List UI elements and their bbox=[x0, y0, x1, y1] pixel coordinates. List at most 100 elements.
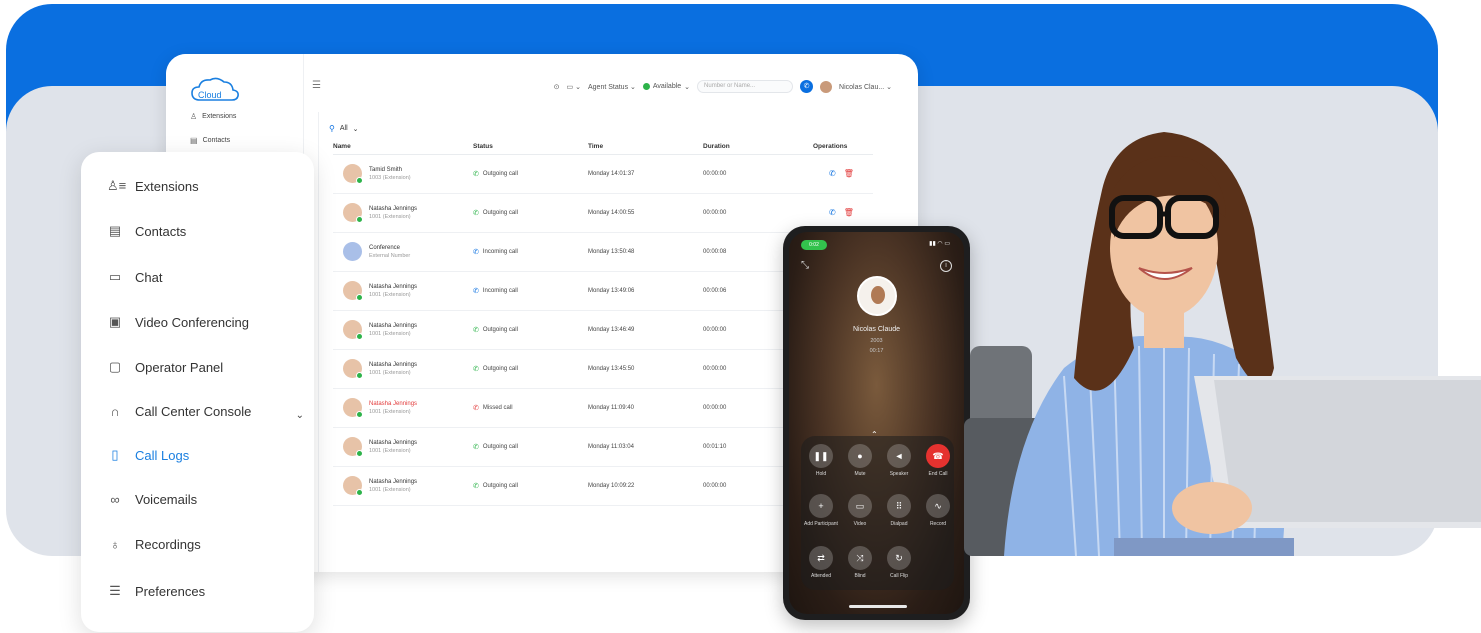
delete-icon[interactable]: 🗑 bbox=[844, 169, 854, 178]
extensions-icon: ♙≡ bbox=[107, 178, 127, 193]
sidebar-item-label: Chat bbox=[135, 269, 163, 285]
video-button[interactable]: ▭ Video bbox=[842, 494, 878, 528]
avatar bbox=[343, 359, 363, 379]
chevron-down-icon: ⌄ bbox=[352, 125, 359, 133]
sidebar-item-call-center-console[interactable]: ∩ Call Center Console bbox=[107, 404, 251, 419]
online-status-dot bbox=[356, 177, 363, 184]
control-label: Blind bbox=[854, 573, 866, 579]
sidebar-item-call-logs[interactable]: ▯ Call Logs bbox=[107, 447, 189, 463]
contact-name: Natasha Jennings bbox=[369, 205, 418, 212]
preferences-icon: ☰ bbox=[109, 583, 121, 598]
monitor-icon[interactable]: ▭ ⌄ bbox=[567, 83, 581, 91]
incoming-call-icon: ✆ bbox=[473, 287, 479, 295]
sidebar-item-label: Voicemails bbox=[135, 492, 198, 507]
time-cell: Monday 11:09:40 bbox=[588, 388, 703, 428]
end-call-button[interactable]: ☎ End Call bbox=[920, 444, 956, 478]
online-status-dot bbox=[356, 216, 363, 223]
control-label: Dialpad bbox=[890, 521, 908, 527]
speaker-button[interactable]: ◄ Speaker bbox=[881, 444, 917, 478]
record-button[interactable]: ∿ Record bbox=[920, 494, 956, 528]
delete-icon[interactable]: 🗑 bbox=[844, 208, 854, 217]
outgoing-call-icon: ✆ bbox=[473, 482, 479, 490]
call-back-icon[interactable]: ✆ bbox=[829, 208, 836, 217]
avatar bbox=[343, 203, 363, 223]
phone-call-screen: 0:02 ▮▮ ◠ ▭ ⤡ i Nicolas Claude 2003 00:1… bbox=[789, 232, 964, 614]
dialpad-button[interactable]: ⠿ Dialpad bbox=[881, 494, 917, 528]
mute-button[interactable]: ● Mute bbox=[842, 444, 878, 478]
user-name: Nicolas Clau... bbox=[839, 83, 885, 91]
blind-button[interactable]: ⤨ Blind bbox=[842, 546, 878, 580]
header-time[interactable]: Time bbox=[588, 140, 703, 155]
operations-cell: ✆ 🗑 bbox=[813, 154, 873, 194]
avatar[interactable] bbox=[820, 80, 833, 93]
contact-extension: 1001 (Extension) bbox=[369, 369, 411, 376]
attended-transfer-icon: ⇄ bbox=[809, 546, 833, 570]
call-logs-icon: ▯ bbox=[111, 447, 119, 462]
call-flip-button[interactable]: ↻ Call Flip bbox=[881, 546, 917, 580]
call-status: Outgoing call bbox=[482, 170, 518, 177]
sidebar-item-operator-panel[interactable]: ▢ Operator Panel bbox=[107, 359, 223, 375]
call-status: Outgoing call bbox=[482, 482, 518, 489]
microphone-icon: ♁ bbox=[110, 537, 120, 552]
header-status[interactable]: Status bbox=[473, 140, 588, 155]
avatar bbox=[343, 320, 363, 340]
control-label: Call Flip bbox=[889, 573, 909, 579]
phone-icon[interactable]: ✆ bbox=[800, 80, 814, 93]
time-cell: Monday 11:03:04 bbox=[588, 427, 703, 467]
sidebar-item-recordings[interactable]: ♁ Recordings bbox=[107, 537, 201, 552]
woman-with-laptop-image bbox=[964, 132, 1481, 557]
name-cell: Natasha Jennings 1001 (Extension) bbox=[333, 388, 473, 428]
sidebar-item-chat[interactable]: ▭ Chat bbox=[107, 269, 163, 285]
sidebar-item-label: Preferences bbox=[135, 583, 206, 599]
mini-nav-label: Contacts bbox=[202, 137, 231, 144]
time-cell: Monday 13:49:06 bbox=[588, 271, 703, 311]
time-cell: Monday 14:01:37 bbox=[588, 154, 703, 194]
help-icon[interactable]: ⊙ bbox=[554, 83, 560, 91]
sidebar-item-extensions[interactable]: ♙≡ Extensions bbox=[107, 178, 199, 194]
filter-dropdown[interactable]: ⚲ All ⌄ bbox=[329, 124, 359, 133]
sidebar-item-label: Operator Panel bbox=[135, 359, 224, 375]
header-duration[interactable]: Duration bbox=[703, 140, 813, 155]
availability-dropdown[interactable]: Available ⌄ bbox=[642, 83, 690, 91]
control-label: Video bbox=[853, 521, 867, 527]
video-conferencing-icon: ▣ bbox=[108, 314, 122, 329]
contact-name: Natasha Jennings bbox=[369, 400, 418, 407]
control-label: Record bbox=[929, 521, 947, 527]
contacts-icon: ▤ bbox=[190, 136, 198, 145]
call-status: Incoming call bbox=[482, 248, 518, 255]
control-label: Hold bbox=[815, 471, 827, 477]
sidebar-item-voicemails[interactable]: ∞ Voicemails bbox=[107, 492, 197, 507]
window-top-bar: ☰ ⊙ ▭ ⌄ Agent Status ⌄ Available ⌄ Numbe… bbox=[304, 54, 918, 116]
chevron-down-icon[interactable]: ⌄ bbox=[296, 410, 304, 421]
contact-name: Tamid Smith bbox=[369, 166, 403, 173]
user-menu[interactable]: Nicolas Clau... ⌄ bbox=[839, 83, 892, 91]
menu-icon[interactable]: ☰ bbox=[312, 80, 321, 91]
record-icon: ∿ bbox=[926, 494, 950, 518]
agent-status-dropdown[interactable]: Agent Status ⌄ bbox=[588, 83, 636, 91]
mini-nav-contacts[interactable]: ▤ Contacts bbox=[190, 136, 230, 145]
sidebar-item-video-conferencing[interactable]: ▣ Video Conferencing bbox=[107, 314, 249, 330]
duration-cell: 00:00:00 bbox=[703, 193, 813, 233]
hold-button[interactable]: ❚❚ Hold bbox=[803, 444, 839, 478]
minimize-icon[interactable]: ⤡ bbox=[801, 260, 809, 271]
avatar bbox=[343, 437, 363, 457]
header-name[interactable]: Name bbox=[333, 140, 473, 155]
caller-avatar bbox=[857, 276, 897, 316]
call-back-icon[interactable]: ✆ bbox=[829, 169, 836, 178]
sidebar-item-preferences[interactable]: ☰ Preferences bbox=[107, 583, 205, 599]
table-row[interactable]: Natasha Jennings 1001 (Extension) ✆ Outgoin… bbox=[333, 193, 873, 233]
chat-icon: ▭ bbox=[108, 269, 122, 284]
mini-nav-extensions[interactable]: ♙ Extensions bbox=[190, 112, 236, 121]
extensions-icon: ♙ bbox=[190, 112, 198, 121]
info-icon[interactable]: i bbox=[940, 260, 952, 272]
attended-button[interactable]: ⇄ Attended bbox=[803, 546, 839, 580]
number-search-input[interactable]: Number or Name... bbox=[697, 80, 794, 93]
control-label: Mute bbox=[854, 471, 866, 477]
add-participant-button[interactable]: + Add Participant bbox=[803, 494, 839, 528]
agent-status-label: Agent Status bbox=[587, 83, 629, 91]
table-row[interactable]: Tamid Smith 1003 (Extension) ✆ Outgoing cal… bbox=[333, 154, 873, 194]
contact-extension: 1001 (Extension) bbox=[369, 486, 411, 493]
available-status-dot bbox=[642, 83, 650, 90]
avatar bbox=[343, 242, 362, 261]
sidebar-item-contacts[interactable]: ▤ Contacts bbox=[107, 223, 186, 239]
